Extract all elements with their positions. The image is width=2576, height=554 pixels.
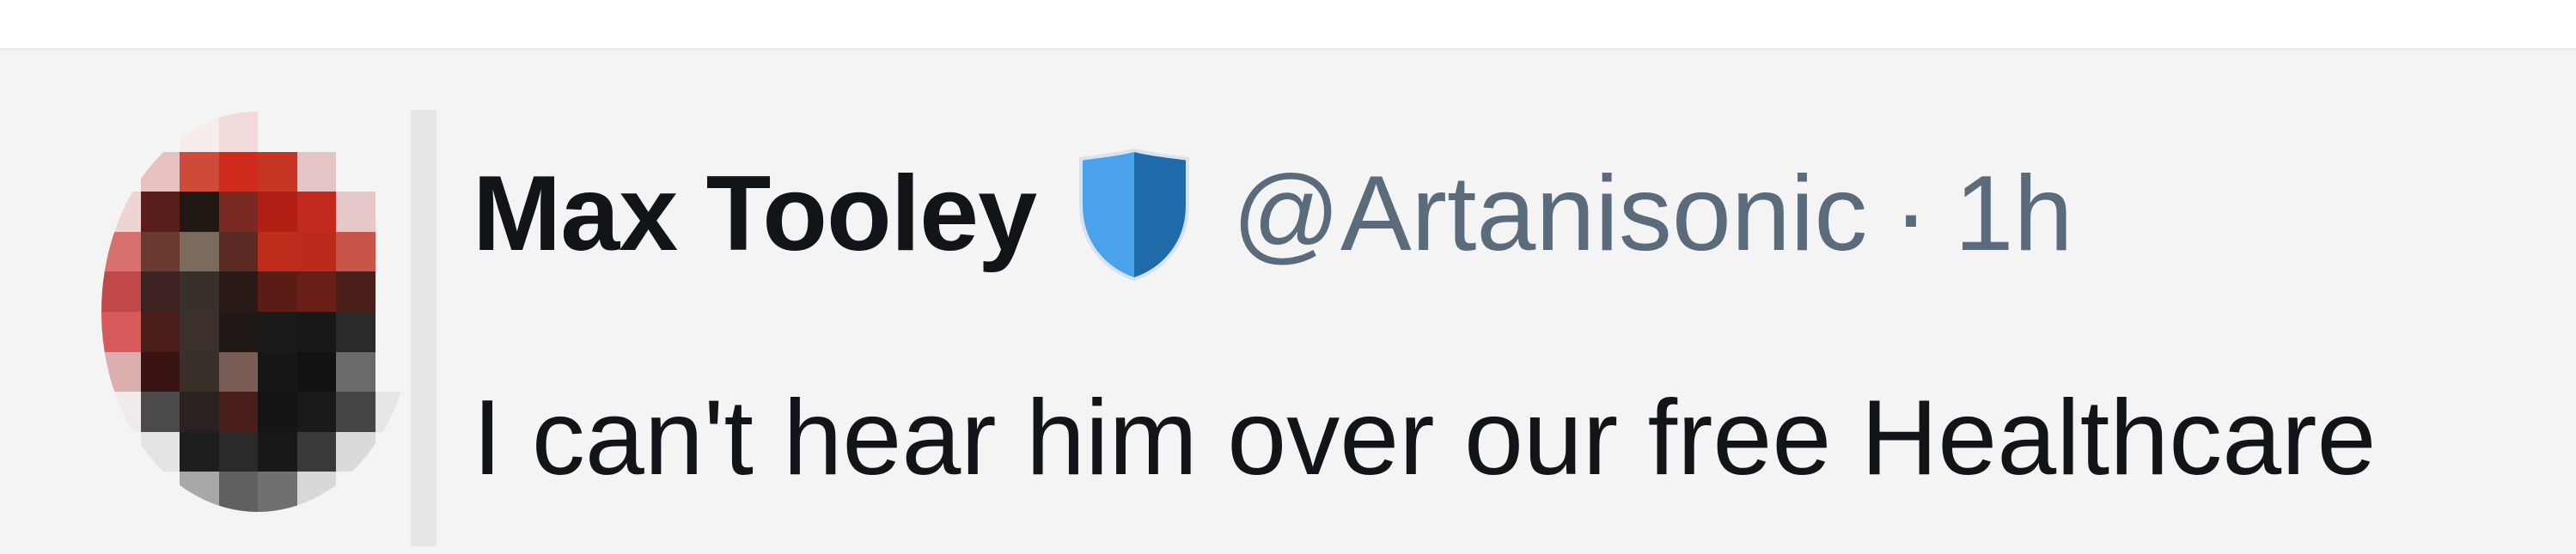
separator: · (1893, 155, 1929, 273)
avatar-pixel (140, 271, 180, 312)
avatar-pixel (296, 351, 336, 393)
avatar-pixel (258, 472, 297, 512)
avatar-pixel (218, 271, 258, 312)
avatar-pixel (258, 192, 297, 232)
avatar-pixel (101, 431, 141, 472)
avatar-pixel (296, 151, 336, 192)
avatar-pixel (218, 392, 258, 432)
avatar-pixel (375, 192, 414, 232)
avatar-pixel (140, 472, 180, 512)
avatar[interactable] (101, 112, 414, 512)
avatar-pixel (180, 271, 219, 312)
avatar-pixel (101, 472, 141, 512)
top-bar (0, 0, 2576, 50)
avatar-pixel (296, 392, 336, 432)
avatar-pixel (336, 231, 375, 272)
avatar-pixel (258, 392, 297, 432)
avatar-pixel (375, 472, 414, 512)
avatar-pixel (336, 431, 375, 472)
avatar-pixel (180, 112, 219, 152)
avatar-pixel (296, 472, 336, 512)
avatar-pixel (258, 271, 297, 312)
avatar-pixel (140, 431, 180, 472)
avatar-pixel (101, 112, 141, 152)
avatar-pixel (375, 151, 414, 192)
avatar-pixel (258, 311, 297, 352)
avatar-pixel (180, 151, 219, 192)
handle[interactable]: @Artanisonic (1232, 153, 1867, 275)
avatar-pixel (218, 151, 258, 192)
avatar-pixel (296, 431, 336, 472)
avatar-pixel (296, 271, 336, 312)
avatar-pixel (336, 112, 375, 152)
avatar-pixel (296, 231, 336, 272)
avatar-pixel (258, 351, 297, 393)
avatar-pixel (336, 271, 375, 312)
avatar-pixel (336, 392, 375, 432)
avatar-pixel (218, 311, 258, 352)
avatar-pixel (258, 112, 297, 152)
avatar-pixel (140, 192, 180, 232)
avatar-pixel (180, 311, 219, 352)
avatar-pixel (101, 192, 141, 232)
avatar-pixel (140, 231, 180, 272)
timestamp[interactable]: 1h (1955, 153, 2073, 275)
avatar-pixel (101, 271, 141, 312)
avatar-pixel (218, 192, 258, 232)
avatar-pixel (180, 431, 219, 472)
avatar-pixel (180, 351, 219, 393)
avatar-pixel (140, 112, 180, 152)
avatar-pixel (258, 151, 297, 192)
avatar-pixel (336, 311, 375, 352)
avatar-pixel (336, 351, 375, 393)
avatar-pixel (258, 431, 297, 472)
avatar-pixel (140, 392, 180, 432)
avatar-pixel (375, 392, 414, 432)
avatar-pixel (375, 231, 414, 272)
avatar-pixel (180, 231, 219, 272)
avatar-pixel (180, 472, 219, 512)
avatar-pixel (375, 431, 414, 472)
display-name[interactable]: Max Tooley (473, 153, 1037, 275)
avatar-pixel (336, 472, 375, 512)
avatar-pixel (180, 392, 219, 432)
post-header: Max Tooley @Artanisonic · 1h (473, 148, 2073, 282)
avatar-pixel (140, 311, 180, 352)
avatar-pixel (375, 311, 414, 352)
avatar-pixel (375, 112, 414, 152)
shield-icon (1074, 145, 1194, 283)
avatar-pixel (375, 271, 414, 312)
avatar-pixel (218, 351, 258, 393)
avatar-pixel (375, 351, 414, 393)
avatar-pixel (180, 192, 219, 232)
avatar-pixel (101, 231, 141, 272)
avatar-pixel (140, 351, 180, 393)
avatar-pixel (336, 192, 375, 232)
avatar-pixel (218, 472, 258, 512)
avatar-pixel (296, 192, 336, 232)
avatar-pixel (218, 112, 258, 152)
avatar-pixel (101, 392, 141, 432)
avatar-pixel (258, 231, 297, 272)
avatar-pixel (296, 112, 336, 152)
post[interactable]: Max Tooley @Artanisonic · 1h I can't hea… (0, 51, 2576, 554)
avatar-pixel (336, 151, 375, 192)
post-text: I can't hear him over our free Healthcar… (473, 379, 2377, 497)
avatar-pixel (140, 151, 180, 192)
avatar-pixel (218, 431, 258, 472)
avatar-pixel (101, 311, 141, 352)
avatar-pixel (218, 231, 258, 272)
avatar-pixel (296, 311, 336, 352)
avatar-pixel (101, 151, 141, 192)
thread-line (411, 110, 436, 546)
avatar-pixel (101, 351, 141, 393)
